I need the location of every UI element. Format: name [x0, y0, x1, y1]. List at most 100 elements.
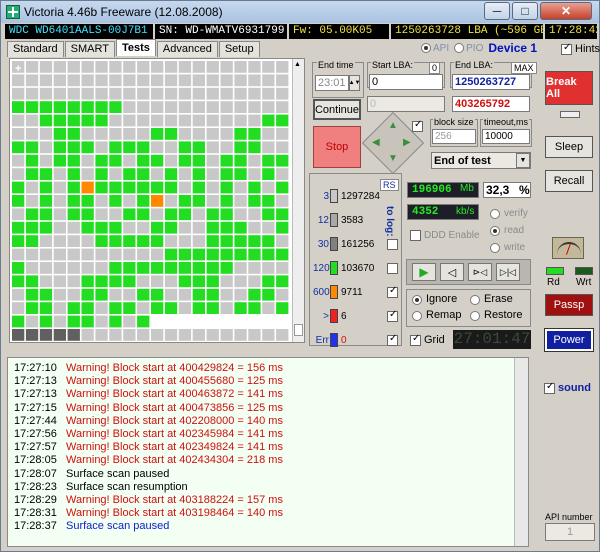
block-cell	[39, 248, 53, 261]
stop-button[interactable]: Stop	[313, 126, 361, 168]
close-button[interactable]: ✕	[540, 2, 592, 20]
grid-checkbox[interactable]	[410, 333, 421, 346]
recall-button[interactable]: Recall	[545, 170, 593, 192]
arrow-left-icon[interactable]: ◀	[372, 137, 380, 148]
maximize-button[interactable]: □	[512, 2, 538, 20]
skip-icon[interactable]: ⊳◁	[468, 263, 492, 281]
continue-button[interactable]: Continue	[313, 99, 361, 120]
elapsed-timer: 27:01:47	[453, 330, 531, 349]
tab-setup[interactable]: Setup	[218, 41, 260, 57]
title-bar[interactable]: Victoria 4.46b Freeware (12.08.2008) ─ □…	[1, 1, 599, 23]
seek-checkbox[interactable]	[412, 119, 423, 132]
block-cell	[39, 101, 53, 113]
sound-checkbox[interactable]	[544, 381, 555, 394]
tab-tests[interactable]: Tests	[115, 39, 156, 56]
block-cell	[164, 61, 178, 73]
end-lba-input[interactable]: 1250263727	[452, 74, 530, 90]
restore-radio[interactable]	[470, 311, 480, 321]
grid-scrollbar[interactable]: ▲	[292, 59, 304, 342]
block-cell	[39, 329, 53, 341]
passp-button[interactable]: Passp	[545, 294, 593, 316]
end-time-spinner[interactable]: ▲▼	[349, 75, 360, 91]
play-icon[interactable]: ▶	[412, 263, 436, 281]
block-cell	[53, 168, 66, 180]
erase-label: Erase	[484, 293, 513, 305]
ddd-checkbox[interactable]	[410, 230, 421, 241]
block-cell	[262, 208, 275, 221]
arrow-right-icon[interactable]: ▶	[403, 137, 411, 148]
block-size-select[interactable]: 256	[432, 129, 476, 144]
stat-count: 6	[341, 311, 347, 322]
to-log-checkbox[interactable]	[387, 309, 398, 322]
break-all-button[interactable]: Break All	[545, 71, 593, 105]
block-cell	[109, 181, 122, 194]
to-log-checkbox[interactable]	[387, 333, 398, 346]
block-cell	[164, 315, 178, 328]
remap-radio[interactable]	[412, 311, 422, 321]
verify-radio[interactable]	[490, 209, 500, 219]
log-message: Warning! Block start at 403198464 = 140 …	[66, 507, 283, 520]
block-cell	[178, 154, 192, 167]
write-radio[interactable]	[490, 243, 500, 253]
end-time-input[interactable]: 23:01	[315, 75, 349, 91]
block-cell	[178, 235, 192, 247]
block-cell	[220, 329, 233, 341]
minimize-button[interactable]: ─	[484, 2, 510, 20]
rewind-icon[interactable]: ◁	[440, 263, 464, 281]
block-cell	[192, 61, 205, 73]
to-log-checkbox[interactable]	[387, 285, 398, 298]
hints-checkbox[interactable]	[561, 42, 572, 55]
erase-radio[interactable]	[470, 295, 480, 305]
to-log-checkbox[interactable]	[387, 239, 398, 250]
drive-firmware: Fw: 05.00K05	[289, 24, 389, 39]
end-action-dropdown-icon[interactable]: ▼	[516, 153, 530, 168]
block-cell	[276, 61, 289, 73]
log-entry: 17:27:10 Warning! Block start at 40042982…	[14, 362, 283, 375]
start-lba-reset[interactable]: 0	[429, 62, 441, 74]
log-scrollbar[interactable]	[514, 358, 528, 546]
pio-radio[interactable]	[454, 43, 465, 53]
block-cell	[53, 181, 66, 194]
block-cell	[234, 114, 247, 127]
read-radio[interactable]	[490, 226, 500, 236]
block-cell	[234, 262, 247, 274]
api-radio[interactable]	[421, 43, 431, 53]
to-log-checkbox[interactable]	[387, 263, 398, 274]
block-cell	[192, 141, 205, 154]
device-label[interactable]: Device 1	[488, 41, 537, 55]
power-button[interactable]: Power	[544, 328, 594, 352]
tab-smart[interactable]: SMART	[64, 41, 115, 57]
block-cell	[123, 114, 136, 127]
api-number-spinner[interactable]: 1	[545, 523, 595, 541]
block-cell	[109, 302, 122, 314]
block-cell	[178, 74, 192, 87]
timeout-select[interactable]: 10000	[482, 129, 530, 144]
rs-button[interactable]: RS	[380, 179, 399, 191]
tab-standard[interactable]: Standard	[7, 41, 64, 57]
arrow-up-icon[interactable]: ▲	[388, 120, 398, 131]
block-cell	[206, 141, 219, 154]
block-cell	[248, 262, 261, 274]
block-cell	[248, 315, 261, 328]
block-cell	[25, 114, 39, 127]
scroll-up-arrow-icon[interactable]: ▲	[294, 61, 301, 68]
block-cell	[137, 74, 150, 87]
ignore-radio[interactable]	[412, 295, 422, 305]
hints-toggle[interactable]: Hints	[561, 42, 600, 55]
block-cell	[248, 168, 261, 180]
arrow-down-icon[interactable]: ▼	[388, 153, 398, 164]
block-cell	[67, 315, 80, 328]
end-icon[interactable]: ▷|◁	[496, 263, 520, 281]
tab-advanced[interactable]: Advanced	[156, 41, 218, 57]
block-cell	[262, 114, 275, 127]
block-cell	[276, 74, 289, 87]
block-cell	[151, 141, 164, 154]
log-time: 17:27:13	[14, 375, 57, 388]
sleep-button[interactable]: Sleep	[545, 136, 593, 158]
start-lba-input[interactable]: 0	[369, 74, 443, 90]
end-lba-max[interactable]: MAX	[511, 62, 537, 74]
grid-scroll-thumb[interactable]	[294, 324, 303, 336]
block-cell	[151, 154, 164, 167]
log-message: Warning! Block start at 402208000 = 140 …	[66, 414, 283, 427]
block-cell	[192, 302, 205, 314]
